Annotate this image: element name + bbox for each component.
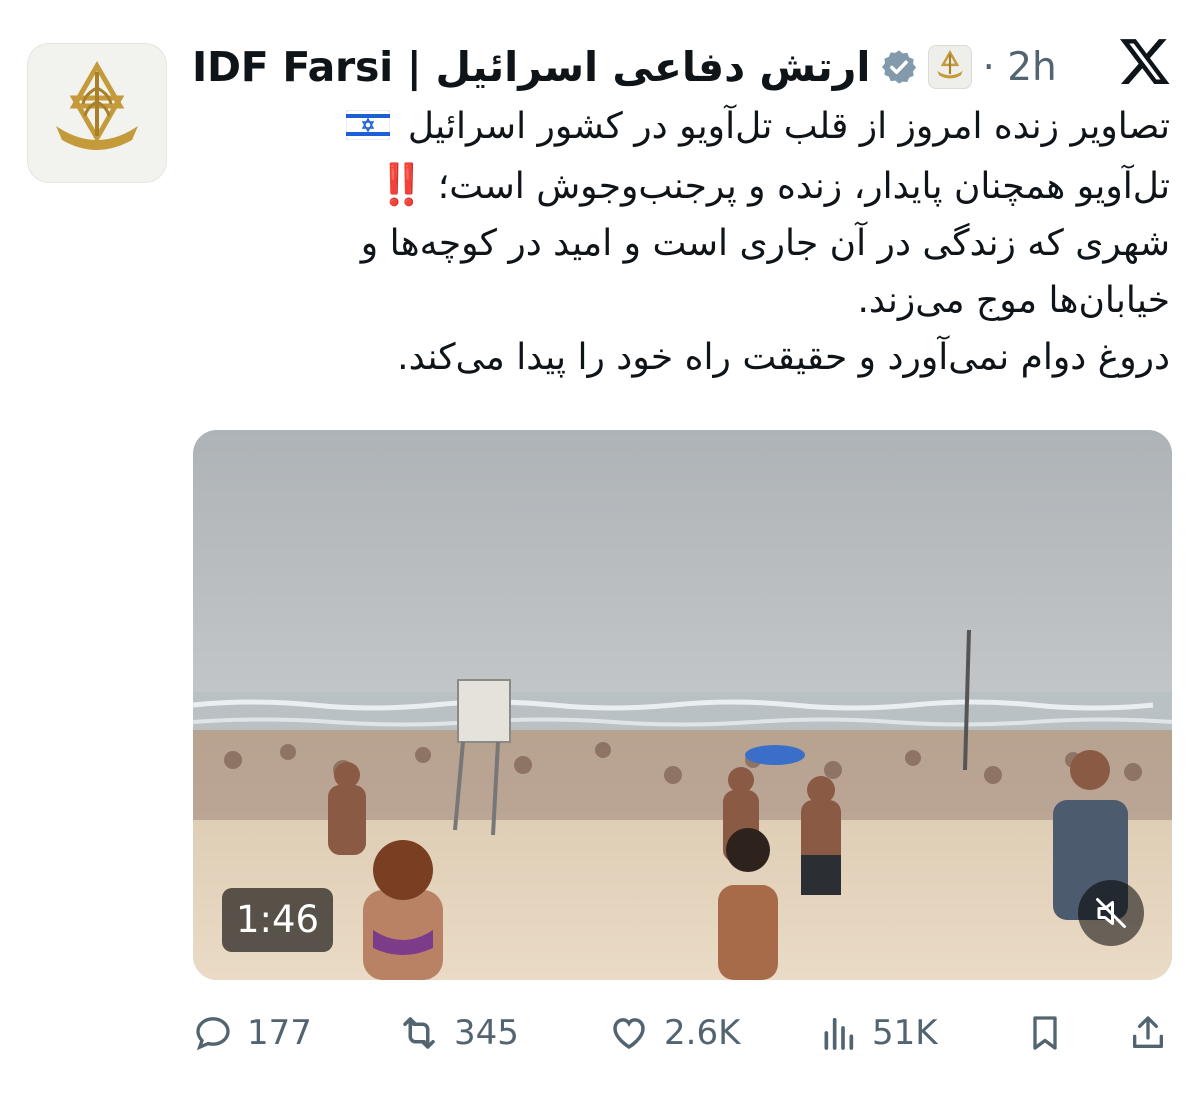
double-exclamation-icon: ‼️ <box>376 161 427 208</box>
timestamp-value: 2h <box>1007 44 1057 90</box>
author-display-name[interactable]: IDF Farsi | ارتش دفاعی اسرائیل <box>192 43 871 91</box>
bookmark-icon <box>1033 1016 1057 1050</box>
action-bar: 177 345 2.6K 51K <box>193 1006 1172 1060</box>
tweet-header: IDF Farsi | ارتش دفاعی اسرائیل · 2h <box>192 38 1057 96</box>
reply-count: 177 <box>247 1013 312 1053</box>
like-button[interactable]: 2.6K <box>608 1006 740 1060</box>
idf-emblem-icon <box>56 60 138 150</box>
timestamp[interactable]: · 2h <box>982 45 1056 90</box>
tweet-line-5: دروغ دوام نمی‌آورد و حقیقت راه خود را پی… <box>397 336 1170 378</box>
mute-button[interactable] <box>1078 880 1144 946</box>
tweet-line-1-text: تصاویر زنده امروز از قلب تل‌آویو در کشور… <box>407 106 1170 147</box>
tweet-line-3: شهری که زندگی در آن جاری است و امید در ک… <box>360 222 1170 264</box>
tweet-line-2: تل‌آویو همچنان پایدار، زنده و پرجنب‌وجوش… <box>210 157 1170 215</box>
beach-video-frame <box>193 430 1172 980</box>
tweet-line-4: خیابان‌ها موج می‌زند. <box>857 279 1170 321</box>
reply-button[interactable]: 177 <box>193 1006 312 1060</box>
reply-icon <box>196 1017 230 1051</box>
tweet-line-1: تصاویر زنده امروز از قلب تل‌آویو در کشور… <box>210 98 1170 157</box>
like-count: 2.6K <box>664 1013 741 1053</box>
video-player[interactable] <box>193 430 1172 980</box>
heart-icon <box>613 1018 645 1050</box>
verified-badge-icon <box>880 48 918 86</box>
share-button[interactable] <box>1128 1006 1168 1060</box>
repost-count: 345 <box>454 1013 519 1053</box>
affiliate-badge[interactable] <box>928 45 973 89</box>
idf-emblem-icon <box>937 50 964 79</box>
tweet-line-2-text: تل‌آویو همچنان پایدار، زنده و پرجنب‌وجوش… <box>437 165 1170 207</box>
share-icon <box>1133 1016 1163 1048</box>
x-logo-icon[interactable] <box>1118 34 1172 88</box>
tweet-text: تصاویر زنده امروز از قلب تل‌آویو در کشور… <box>210 98 1170 386</box>
bookmark-button[interactable] <box>1025 1006 1065 1060</box>
repost-button[interactable]: 345 <box>398 1006 519 1060</box>
views-count: 51K <box>872 1013 938 1053</box>
speaker-muted-icon <box>1096 898 1126 928</box>
israel-flag-icon <box>345 100 391 157</box>
views-button[interactable]: 51K <box>818 1006 938 1060</box>
repost-icon <box>403 1017 435 1049</box>
bar-chart-icon <box>824 1017 854 1050</box>
video-duration: 1:46 <box>222 888 334 952</box>
avatar[interactable] <box>27 43 167 183</box>
